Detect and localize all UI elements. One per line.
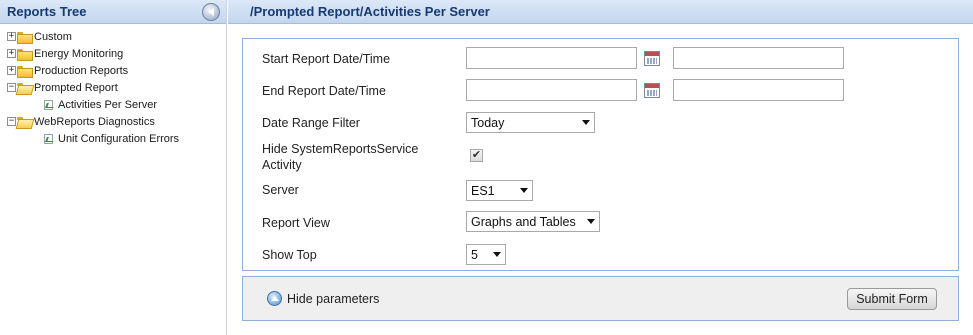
open-folder-icon — [17, 116, 31, 127]
parameters-panel: Start Report Date/Time End Report Date/T… — [242, 38, 959, 271]
server-selected: ES1 — [471, 183, 495, 198]
show-top-select[interactable]: 5 — [466, 244, 506, 265]
server-select[interactable]: ES1 — [466, 180, 533, 201]
report-view-selected: Graphs and Tables — [471, 214, 576, 229]
tree-node-label[interactable]: Custom — [34, 31, 72, 43]
date-range-label: Date Range Filter — [262, 116, 360, 130]
end-date-input[interactable] — [466, 79, 637, 101]
end-time-input[interactable] — [673, 79, 844, 101]
hide-service-label: Hide SystemReportsService Activity — [262, 141, 418, 173]
tree-leaf-activities-per-server[interactable]: Activities Per Server — [0, 96, 226, 113]
checkmark-icon: ✔ — [471, 149, 482, 161]
start-date-label: Start Report Date/Time — [262, 52, 391, 66]
report-view-label: Report View — [262, 216, 330, 230]
report-header: /Prompted Report/Activities Per Server — [228, 0, 973, 24]
tree-leaf-label[interactable]: Activities Per Server — [58, 99, 157, 111]
folder-icon — [17, 48, 33, 61]
expand-plus-icon[interactable]: + — [7, 66, 16, 75]
chevron-down-icon — [587, 219, 595, 224]
date-range-select[interactable]: Today — [466, 112, 595, 133]
hide-parameters-toggle[interactable]: Hide parameters — [267, 291, 379, 306]
expand-plus-icon[interactable]: + — [7, 49, 16, 58]
hide-parameters-label[interactable]: Hide parameters — [287, 292, 379, 306]
tree-node-label[interactable]: WebReports Diagnostics — [34, 116, 155, 128]
tree-node-label[interactable]: Prompted Report — [34, 82, 118, 94]
collapse-left-arrow-icon[interactable] — [202, 2, 220, 21]
start-time-input[interactable] — [673, 47, 844, 69]
hide-service-label-line2: Activity — [262, 158, 302, 172]
server-label: Server — [262, 183, 299, 197]
chevron-down-icon — [520, 188, 528, 193]
open-folder-icon — [17, 82, 31, 93]
folder-icon — [17, 65, 33, 78]
date-range-selected: Today — [471, 115, 505, 130]
tree-node-energy-monitoring[interactable]: + Energy Monitoring — [0, 45, 226, 62]
expand-plus-icon[interactable]: + — [7, 32, 16, 41]
reports-tree: + Custom + Energy Monitoring + Productio… — [0, 24, 226, 147]
report-icon — [44, 133, 53, 144]
start-date-input[interactable] — [466, 47, 637, 69]
collapse-up-arrow-icon[interactable] — [267, 291, 282, 306]
report-path-title: /Prompted Report/Activities Per Server — [250, 4, 490, 19]
chevron-down-icon — [493, 252, 501, 257]
submit-form-button[interactable]: Submit Form — [847, 288, 937, 310]
report-view-select[interactable]: Graphs and Tables — [466, 211, 600, 232]
report-icon — [44, 99, 53, 110]
show-top-label: Show Top — [262, 248, 317, 262]
tree-node-prompted-report[interactable]: − Prompted Report — [0, 79, 226, 96]
tree-node-production-reports[interactable]: + Production Reports — [0, 62, 226, 79]
folder-icon — [17, 31, 33, 44]
hide-service-label-line1: Hide SystemReportsService — [262, 142, 419, 156]
reports-tree-panel: Reports Tree + Custom + Energy Monitorin… — [0, 0, 227, 335]
reports-tree-header: Reports Tree — [0, 0, 226, 24]
parameters-footer: Hide parameters Submit Form — [242, 276, 959, 321]
hide-service-checkbox[interactable]: ✔ — [470, 149, 483, 162]
calendar-icon[interactable] — [644, 51, 660, 66]
calendar-icon[interactable] — [644, 83, 660, 98]
tree-leaf-label[interactable]: Unit Configuration Errors — [58, 133, 179, 145]
reports-tree-title: Reports Tree — [7, 4, 87, 19]
tree-node-label[interactable]: Energy Monitoring — [34, 48, 123, 60]
show-top-selected: 5 — [471, 247, 478, 262]
collapse-minus-icon[interactable]: − — [7, 117, 16, 126]
tree-leaf-unit-configuration-errors[interactable]: Unit Configuration Errors — [0, 130, 226, 147]
collapse-minus-icon[interactable]: − — [7, 83, 16, 92]
tree-node-custom[interactable]: + Custom — [0, 28, 226, 45]
tree-node-label[interactable]: Production Reports — [34, 65, 128, 77]
end-date-label: End Report Date/Time — [262, 84, 386, 98]
chevron-down-icon — [582, 120, 590, 125]
tree-node-webreports-diagnostics[interactable]: − WebReports Diagnostics — [0, 113, 226, 130]
